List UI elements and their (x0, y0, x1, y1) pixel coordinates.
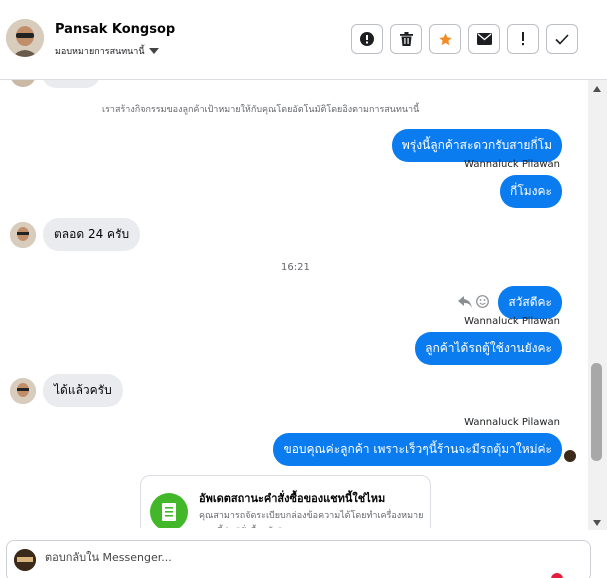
outgoing-message[interactable]: สวัสดีคะ (498, 286, 562, 319)
timestamp: 16:21 (281, 262, 310, 273)
sender-name: Wannaluck Pilawan (464, 417, 560, 428)
card-title: อัพเดตสถานะคำสั่งซื้อของแชทนี้ใช่ไหม (199, 492, 386, 505)
scroll-thumb[interactable] (591, 363, 602, 461)
contact-avatar-small (10, 377, 36, 404)
sender-name: Wannaluck Pilawan (464, 316, 560, 327)
notification-dot (551, 573, 563, 578)
order-status-card[interactable]: อัพเดตสถานะคำสั่งซื้อของแชทนี้ใช่ไหม คุณ… (140, 475, 431, 528)
exclamation-circle-icon (360, 32, 374, 46)
conversation-actions (351, 24, 578, 54)
star-icon (438, 32, 452, 45)
reply-box (6, 540, 591, 578)
contact-avatar[interactable] (6, 19, 44, 57)
trash-icon (399, 32, 413, 46)
reply-icon[interactable] (458, 295, 472, 308)
reply-input[interactable] (45, 551, 545, 564)
outgoing-message[interactable]: ขอบคุณค่ะลูกค้า เพราะเร็วๆนี้ร้านจะมีรถต… (273, 433, 562, 466)
card-body: คุณสามารถจัดระเบียบกล่องข้อความได้โดยทำเ… (199, 511, 424, 528)
checkmark-icon (555, 33, 569, 45)
seen-avatar (564, 450, 576, 462)
contact-avatar-small (10, 221, 36, 248)
thread-scrollbar[interactable] (588, 80, 607, 530)
chevron-down-icon (148, 48, 159, 54)
emoji-reaction-icon[interactable] (476, 295, 489, 308)
spam-button[interactable] (351, 24, 383, 54)
page-avatar (14, 549, 36, 571)
message-hover-actions (458, 295, 489, 308)
incoming-message-row: ตลอด 24 ครับ (10, 218, 141, 251)
follow-up-button[interactable] (507, 24, 539, 54)
system-note: เราสร้างกิจกรรมของลูกค้าเป้าหมายให้กับคุ… (102, 105, 420, 115)
delete-button[interactable] (390, 24, 422, 54)
sender-name: Wannaluck Pilawan (464, 159, 560, 170)
receipt-icon (150, 493, 188, 528)
contact-avatar-small (10, 80, 36, 87)
message-thread[interactable]: เราสร้างกิจกรรมของลูกค้าเป้าหมายให้กับคุ… (0, 80, 588, 528)
done-button[interactable] (546, 24, 578, 54)
outgoing-message[interactable]: ลูกค้าได้รถตู้ใช้งานยังคะ (415, 332, 562, 365)
incoming-message[interactable]: ได้แล้วครับ (43, 374, 123, 407)
incoming-message[interactable]: ตลอด 24 ครับ (43, 218, 141, 251)
mark-unread-button[interactable] (468, 24, 500, 54)
incoming-message-row: ได้แล้วครับ (10, 374, 123, 407)
scroll-down-arrow[interactable] (593, 520, 601, 526)
envelope-icon (476, 33, 492, 45)
exclamation-icon (522, 32, 524, 46)
contact-name[interactable]: Pansak Kongsop (55, 22, 175, 37)
star-button[interactable] (429, 24, 461, 54)
outgoing-message[interactable]: พรุ่งนี้ลูกค้าสะดวกรับสายกี่โม (391, 129, 562, 162)
outgoing-message[interactable]: กี่โมงคะ (500, 175, 562, 208)
assign-label: มอบหมายการสนทนานี้ (55, 47, 145, 57)
scroll-up-arrow[interactable] (593, 86, 601, 92)
incoming-message-partial (42, 80, 100, 88)
conversation-header: Pansak Kongsop มอบหมายการสนทนานี้ (0, 0, 607, 80)
assign-conversation-dropdown[interactable]: มอบหมายการสนทนานี้ (55, 44, 159, 58)
